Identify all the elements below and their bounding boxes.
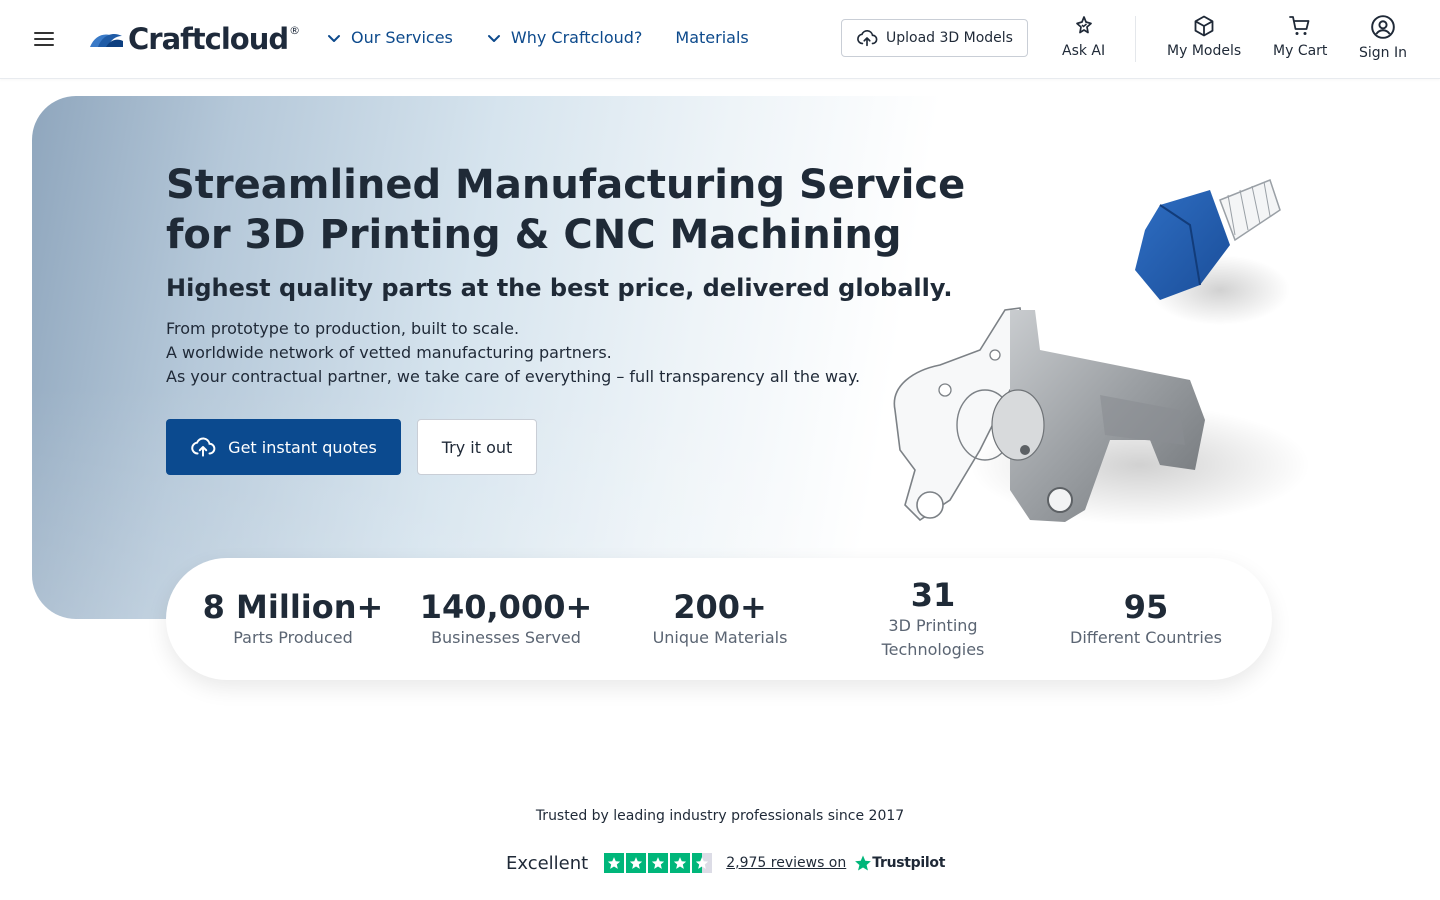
- star-rating: [604, 853, 714, 873]
- upload-3d-models-label: Upload 3D Models: [886, 30, 1013, 46]
- cloud-upload-icon: [191, 437, 216, 457]
- upload-3d-models-button[interactable]: Upload 3D Models: [841, 19, 1028, 57]
- my-cart-label: My Cart: [1273, 43, 1328, 59]
- my-models-label: My Models: [1167, 43, 1242, 59]
- nav-why-craftcloud[interactable]: Why Craftcloud?: [486, 28, 643, 47]
- logo-mark-icon: [90, 34, 123, 47]
- get-instant-quotes-button[interactable]: Get instant quotes: [166, 419, 401, 475]
- 3d-parts-illustration: [893, 179, 1310, 525]
- cube-icon: [1194, 15, 1214, 37]
- stat-different-countries: 95 Different Countries: [1041, 588, 1251, 650]
- hero-description: From prototype to production, built to s…: [166, 317, 860, 389]
- hero-line-1: From prototype to production, built to s…: [166, 319, 520, 338]
- menu-icon[interactable]: [32, 27, 56, 51]
- stat-label: Parts Produced: [233, 628, 353, 647]
- stat-value: 200+: [673, 588, 767, 626]
- try-it-out-label: Try it out: [441, 437, 513, 457]
- stat-value: 8 Million+: [202, 588, 384, 626]
- nav-why-craftcloud-label: Why Craftcloud?: [510, 28, 643, 47]
- stats-bar: 8 Million+ Parts Produced 140,000+ Busin…: [166, 558, 1272, 680]
- trustpilot-star-icon: [855, 855, 872, 871]
- rating-word: Excellent: [506, 852, 589, 874]
- star-icon: [626, 853, 647, 873]
- header-divider: [1135, 16, 1136, 62]
- stat-businesses-served: 140,000+ Businesses Served: [401, 588, 611, 650]
- chevron-down-icon: [487, 34, 500, 42]
- hero-title-line-1: Streamlined Manufacturing Service: [166, 162, 966, 208]
- site-header: Craftcloud ® Our Services Why Craftcloud…: [0, 0, 1440, 79]
- stat-label: Unique Materials: [652, 628, 788, 647]
- star-icon: [648, 853, 669, 873]
- stat-label: Businesses Served: [431, 628, 581, 647]
- ask-ai-button[interactable]: Ask AI: [1062, 14, 1105, 59]
- my-cart-button[interactable]: My Cart: [1273, 14, 1327, 59]
- user-circle-icon: [1371, 15, 1395, 39]
- cloud-upload-icon: [857, 30, 878, 47]
- sparkle-ai-icon: [1075, 16, 1092, 34]
- star-icon: [670, 853, 691, 873]
- sign-in-button[interactable]: Sign In: [1359, 14, 1407, 61]
- try-it-out-button[interactable]: Try it out: [417, 419, 537, 475]
- nav-materials[interactable]: Materials: [675, 28, 748, 47]
- nav-our-services-label: Our Services: [351, 28, 453, 47]
- stat-parts-produced: 8 Million+ Parts Produced: [188, 588, 398, 650]
- hero-subtitle: Highest quality parts at the best price,…: [166, 274, 953, 302]
- half-star-icon: [692, 853, 713, 873]
- main-nav: Our Services Why Craftcloud? Materials: [326, 28, 749, 47]
- star-icon: [604, 853, 625, 873]
- logo-registered-mark: ®: [289, 23, 301, 37]
- trustpilot-logo[interactable]: Trustpilot: [854, 854, 945, 872]
- craftcloud-logo[interactable]: Craftcloud ®: [88, 22, 300, 56]
- get-instant-quotes-label: Get instant quotes: [228, 437, 377, 457]
- stat-value: 95: [1123, 588, 1169, 626]
- hero-line-3: As your contractual partner, we take car…: [166, 367, 861, 386]
- stat-unique-materials: 200+ Unique Materials: [615, 588, 825, 650]
- sign-in-label: Sign In: [1359, 45, 1407, 61]
- trustpilot-brand-label: Trustpilot: [872, 855, 946, 871]
- ask-ai-label: Ask AI: [1062, 43, 1106, 59]
- stat-value: 31: [910, 576, 956, 614]
- stat-value: 140,000+: [419, 588, 593, 626]
- reviews-link[interactable]: 2,975 reviews on: [726, 855, 846, 871]
- trustpilot-widget: Excellent 2,975 reviews on Trustpilot: [506, 850, 945, 876]
- my-models-button[interactable]: My Models: [1167, 14, 1241, 59]
- nav-materials-label: Materials: [675, 28, 749, 47]
- logo-text: Craftcloud: [128, 22, 289, 56]
- hero-title-line-2: for 3D Printing & CNC Machining: [166, 212, 902, 258]
- stat-printing-technologies: 31 3D Printing Technologies: [828, 576, 1038, 662]
- stat-label: Different Countries: [1070, 628, 1222, 647]
- chevron-down-icon: [328, 34, 340, 42]
- nav-our-services[interactable]: Our Services: [326, 28, 453, 47]
- cart-icon: [1289, 16, 1310, 35]
- trusted-tagline: Trusted by leading industry professional…: [535, 808, 905, 824]
- stat-label: 3D Printing Technologies: [881, 616, 985, 659]
- hero-line-2: A worldwide network of vetted manufactur…: [166, 343, 612, 362]
